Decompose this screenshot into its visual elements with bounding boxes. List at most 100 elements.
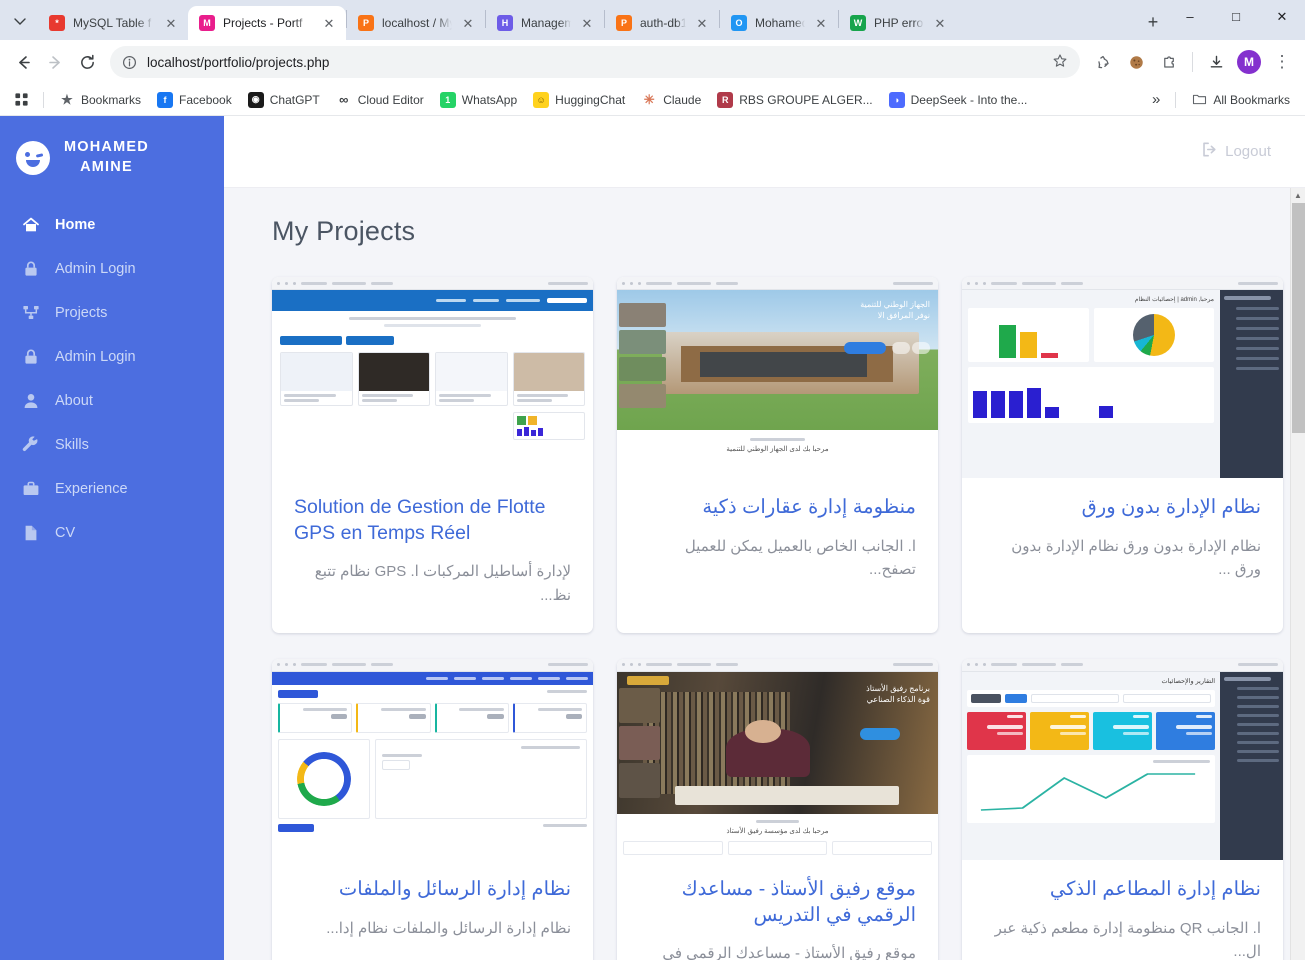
bookmark-item[interactable]: ☺HuggingChat [526,88,632,112]
project-title[interactable]: نظام الإدارة بدون ورق [984,495,1261,521]
sidebar-item-label: CV [55,525,75,541]
bookmark-star-icon[interactable] [1052,53,1068,72]
user-icon [22,392,40,410]
tab-search-button[interactable] [6,7,34,35]
all-bookmarks-button[interactable]: All Bookmarks [1184,88,1297,112]
bookmark-label: Claude [663,93,701,107]
bookmarks-overflow-button[interactable]: » [1145,87,1167,112]
chrome-menu-button[interactable]: ⋮ [1267,47,1297,77]
back-button[interactable] [8,47,38,77]
sidebar-item-about[interactable]: About [0,379,224,423]
address-bar[interactable]: localhost/portfolio/projects.php [110,46,1080,78]
tab-close-icon[interactable]: ✕ [694,15,710,31]
briefcase-icon [22,480,40,498]
bookmark-item[interactable]: ◉ChatGPT [241,88,327,112]
downloads-icon[interactable] [1201,47,1231,77]
bookmark-label: Facebook [179,93,232,107]
wrench-icon [22,436,40,454]
toolbar-icons: M ⋮ [1088,47,1297,77]
reload-button[interactable] [72,47,102,77]
sidebar-item-label: Admin Login [55,261,136,277]
project-card[interactable]: التقارير والإحصائيات [962,659,1283,960]
browser-tab[interactable]: OMohamed Am✕ [720,6,838,40]
project-title[interactable]: نظام إدارة الرسائل والملفات [294,877,571,903]
arrow-left-icon [15,54,32,71]
browser-tab[interactable]: HManagement✕ [486,6,604,40]
sidebar-brand[interactable]: MOHAMED AMINE [0,130,224,203]
bookmark-item[interactable]: 1WhatsApp [433,88,524,112]
bookmark-item[interactable]: ∞Cloud Editor [329,88,431,112]
brand-line-1: MOHAMED [64,138,149,158]
extensions-puzzle-icon[interactable] [1154,47,1184,77]
tab-close-icon[interactable]: ✕ [813,15,829,31]
sidebar-item-admin-login[interactable]: Admin Login [0,247,224,291]
logout-button[interactable]: Logout [1201,141,1271,162]
bookmark-label: HuggingChat [555,93,625,107]
bookmark-item[interactable]: ✳Claude [634,88,708,112]
project-card[interactable]: برنامج رفيق الأستاذقوة الذكاء الصناعي مر… [617,659,938,960]
sidebar-item-projects[interactable]: Projects [0,291,224,335]
project-title[interactable]: نظام إدارة المطاعم الذكي [984,877,1261,903]
close-window-button[interactable]: ✕ [1259,0,1305,33]
bookmark-favicon: ∞ [336,92,352,108]
browser-tab[interactable]: MProjects - Portf✕ [188,6,346,40]
tab-close-icon[interactable]: ✕ [460,15,476,31]
project-thumbnail: مرحبا, admin | إحصائيات النظام [962,277,1283,478]
project-card[interactable]: نظام إدارة الرسائل والملفاتنظام إدارة ال… [272,659,593,960]
sidebar-item-cv[interactable]: CV [0,511,224,555]
bookmark-item[interactable]: RRBS GROUPE ALGER... [710,88,879,112]
sidebar-item-label: Admin Login [55,349,136,365]
avatar: M [1237,50,1261,74]
brand-name: MOHAMED AMINE [64,138,149,177]
sidebar-item-home[interactable]: Home [0,203,224,247]
top-bar: Logout [224,116,1305,188]
sidebar-item-admin-login[interactable]: Admin Login [0,335,224,379]
project-card-body: نظام إدارة المطاعم الذكيا. الجانب QR منظ… [962,860,1283,960]
chevron-down-icon [14,15,26,27]
browser-tab[interactable]: WPHP error_log(✕ [839,6,957,40]
tab-favicon: W [850,15,866,31]
maximize-button[interactable]: □ [1213,0,1259,33]
bookmark-item[interactable]: ◑DeepSeek - Into the... [882,88,1035,112]
browser-tab[interactable]: *MySQL Table f✕ [38,6,188,40]
apps-grid-icon[interactable] [8,88,35,111]
project-card[interactable]: مرحبا, admin | إحصائيات النظام [962,277,1283,633]
bookmark-label: RBS GROUPE ALGER... [739,93,872,107]
project-card[interactable]: Solution de Gestion de Flotte GPS en Tem… [272,277,593,633]
browser-tab[interactable]: Pauth-db1790.h✕ [605,6,719,40]
sidebar-item-label: About [55,393,93,409]
bookmark-item[interactable]: fFacebook [150,88,239,112]
browser-tab[interactable]: Plocalhost / My✕ [347,6,485,40]
sidebar-item-skills[interactable]: Skills [0,423,224,467]
scrollbar-up-arrow[interactable]: ▲ [1291,188,1305,203]
project-title[interactable]: موقع رفيق الأستاذ - مساعدك الرقمي في الت… [639,877,916,928]
tab-close-icon[interactable]: ✕ [579,15,595,31]
tab-close-icon[interactable]: ✕ [163,15,179,31]
project-description: نظام الإدارة بدون ورق نظام الإدارة بدون … [984,535,1261,582]
tab-close-icon[interactable]: ✕ [321,15,337,31]
bookmarks-divider-right [1175,92,1176,108]
profile-avatar[interactable]: M [1234,47,1264,77]
bookmarks-divider [43,92,44,108]
home-icon [22,216,40,234]
extensions-recycle-icon[interactable] [1088,47,1118,77]
browser-window: *MySQL Table f✕MProjects - Portf✕Plocalh… [0,0,1305,960]
minimize-button[interactable]: – [1167,0,1213,33]
sidebar-item-label: Skills [55,437,89,453]
project-card[interactable]: الجهاز الوطني للتنميةنوفر المرافق الا مر… [617,277,938,633]
forward-button[interactable] [40,47,70,77]
sidebar-item-experience[interactable]: Experience [0,467,224,511]
bookmark-item[interactable]: ★Bookmarks [52,88,148,112]
project-title[interactable]: Solution de Gestion de Flotte GPS en Tem… [294,495,571,546]
page-scrollbar[interactable]: ▲ [1290,188,1305,960]
sidebar-item-label: Home [55,217,95,233]
project-title[interactable]: منظومة إدارة عقارات ذكية [639,495,916,521]
toolbar-divider [1192,52,1193,72]
page-viewport: MOHAMED AMINE Home Admin Login Projects Adm… [0,116,1305,960]
scrollbar-thumb[interactable] [1292,203,1305,433]
cookie-icon[interactable] [1121,47,1151,77]
project-thumbnail [272,277,593,478]
info-icon[interactable] [122,55,137,70]
new-tab-button[interactable]: + [1139,8,1167,36]
tab-close-icon[interactable]: ✕ [932,15,948,31]
